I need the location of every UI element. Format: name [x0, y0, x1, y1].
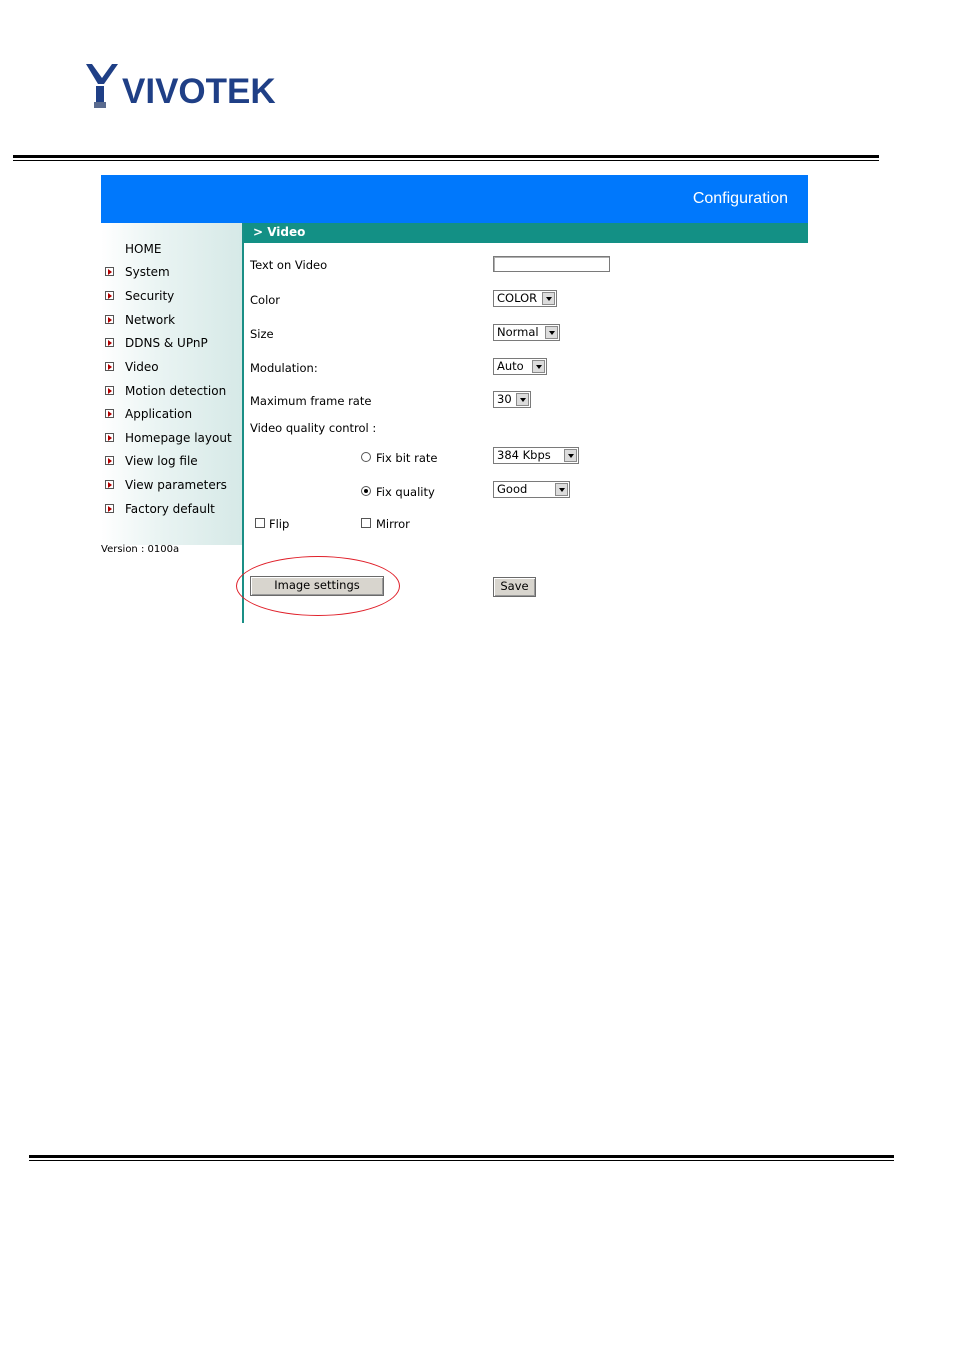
sidebar-item-label: View parameters — [125, 478, 227, 492]
sidebar-item-network[interactable]: Network — [101, 310, 242, 330]
version-label: Version : 0100a — [101, 544, 180, 555]
text-on-video-label: Text on Video — [250, 258, 328, 272]
sidebar-item-security[interactable]: Security — [101, 286, 242, 306]
chevron-down-icon[interactable] — [516, 393, 529, 406]
fix-bit-rate-radio[interactable] — [361, 452, 371, 462]
arrow-right-icon — [105, 291, 114, 300]
color-label: Color — [250, 293, 281, 307]
save-button[interactable]: Save — [493, 577, 536, 597]
sidebar-item-system[interactable]: System — [101, 262, 242, 282]
frame-rate-select-value: 30 — [497, 392, 512, 406]
arrow-right-icon — [105, 338, 114, 347]
bottom-rule-thin — [29, 1160, 894, 1161]
frame-rate-label: Maximum frame rate — [250, 394, 372, 408]
sidebar-item-label: View log file — [125, 454, 198, 468]
sidebar: HOME System Security Network DDNS & UPnP… — [101, 223, 242, 545]
chevron-down-icon[interactable] — [555, 483, 568, 496]
arrow-right-icon — [105, 409, 114, 418]
sidebar-item-label: HOME — [125, 242, 162, 256]
camera-logo-icon — [86, 64, 118, 108]
fix-quality-radio[interactable] — [361, 486, 371, 496]
sidebar-item-label: Security — [125, 289, 175, 303]
sidebar-item-home[interactable]: HOME — [101, 239, 242, 259]
sidebar-item-label: System — [125, 265, 170, 279]
sidebar-item-label: Homepage layout — [125, 431, 232, 445]
sidebar-item-video[interactable]: Video — [101, 357, 242, 377]
sidebar-item-ddns[interactable]: DDNS & UPnP — [101, 333, 242, 353]
top-rule-thin — [13, 160, 879, 161]
config-banner: Configuration — [101, 175, 808, 223]
sidebar-item-motion-detection[interactable]: Motion detection — [101, 381, 242, 401]
modulation-select-value: Auto — [497, 359, 524, 373]
size-select-value: Normal — [497, 325, 539, 339]
logo-wordmark: VIVOTEK — [122, 72, 276, 111]
sidebar-item-factory-default[interactable]: Factory default — [101, 499, 242, 519]
size-select[interactable]: Normal — [493, 324, 560, 341]
quality-select[interactable]: Good — [493, 481, 570, 498]
quality-select-value: Good — [497, 482, 528, 496]
sidebar-item-view-parameters[interactable]: View parameters — [101, 475, 242, 495]
arrow-right-icon — [105, 267, 114, 276]
color-select-value: COLOR — [497, 291, 538, 305]
chevron-down-icon[interactable] — [542, 292, 555, 305]
modulation-select[interactable]: Auto — [493, 358, 547, 375]
bit-rate-select[interactable]: 384 Kbps — [493, 447, 579, 464]
chevron-down-icon[interactable] — [564, 449, 577, 462]
sidebar-item-label: Network — [125, 313, 176, 327]
chevron-down-icon[interactable] — [545, 326, 558, 339]
sidebar-item-view-log-file[interactable]: View log file — [101, 451, 242, 471]
text-on-video-input[interactable] — [493, 256, 610, 272]
quality-control-label: Video quality control : — [250, 421, 377, 435]
color-select[interactable]: COLOR — [493, 290, 557, 307]
modulation-label: Modulation: — [250, 361, 318, 375]
arrow-right-icon — [105, 456, 114, 465]
sidebar-item-label: Video — [125, 360, 159, 374]
sidebar-item-homepage-layout[interactable]: Homepage layout — [101, 428, 242, 448]
arrow-right-icon — [105, 433, 114, 442]
flip-label: Flip — [269, 517, 290, 531]
size-label: Size — [250, 327, 274, 341]
sidebar-item-application[interactable]: Application — [101, 404, 242, 424]
sidebar-item-label: Motion detection — [125, 384, 227, 398]
arrow-right-icon — [105, 362, 114, 371]
flip-checkbox[interactable] — [255, 518, 265, 528]
mirror-label: Mirror — [376, 517, 410, 531]
arrow-right-icon — [105, 504, 114, 513]
arrow-right-icon — [105, 386, 114, 395]
top-rule — [13, 155, 879, 158]
sidebar-item-label: Factory default — [125, 502, 215, 516]
annotation-highlight-circle — [236, 556, 400, 616]
page-title: Configuration — [692, 190, 788, 207]
fix-bit-rate-label: Fix bit rate — [376, 451, 438, 465]
sidebar-item-label: Application — [125, 407, 193, 421]
mirror-checkbox[interactable] — [361, 518, 371, 528]
bottom-rule — [29, 1155, 894, 1158]
sidebar-item-label: DDNS & UPnP — [125, 336, 208, 350]
arrow-right-icon — [105, 315, 114, 324]
bit-rate-select-value: 384 Kbps — [497, 448, 551, 462]
fix-quality-label: Fix quality — [376, 485, 435, 499]
arrow-right-icon — [105, 480, 114, 489]
content-divider — [242, 223, 244, 623]
chevron-down-icon[interactable] — [532, 360, 545, 373]
section-title: > Video — [253, 225, 306, 239]
section-header: > Video — [244, 223, 808, 243]
frame-rate-select[interactable]: 30 — [493, 391, 531, 408]
